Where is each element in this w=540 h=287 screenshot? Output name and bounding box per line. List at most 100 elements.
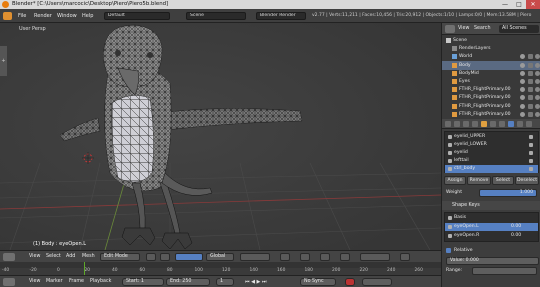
weight-field[interactable]: 1.000	[479, 189, 537, 197]
menu-help[interactable]: Help	[82, 9, 93, 23]
shape-key-value[interactable]: 0.00	[511, 232, 521, 240]
vertex-group-item[interactable]: eyelid_UPPER	[445, 133, 538, 141]
vertex-group-item[interactable]: lefttail	[445, 157, 538, 165]
range-field[interactable]	[472, 267, 537, 275]
relative-checkbox[interactable]	[446, 248, 451, 253]
timeline-menu-view[interactable]: View	[29, 276, 40, 287]
render-camera-icon[interactable]	[535, 70, 540, 76]
record-button[interactable]	[345, 278, 355, 286]
mode-selector[interactable]: Edit Mode	[100, 253, 140, 261]
vertex-group-item[interactable]: ctrl_body	[445, 165, 538, 173]
outliner-editor-icon[interactable]	[445, 25, 455, 33]
render-camera-icon[interactable]	[535, 79, 540, 84]
render-icon[interactable]	[400, 253, 410, 261]
visibility-eye-icon[interactable]	[520, 111, 525, 117]
current-frame-marker[interactable]	[84, 262, 85, 275]
render-camera-icon[interactable]	[535, 62, 540, 68]
minimize-button[interactable]: —	[498, 0, 512, 9]
shading-icon[interactable]	[146, 253, 156, 261]
timeline-editor-icon[interactable]	[3, 278, 15, 286]
lock-icon[interactable]	[529, 151, 533, 155]
data-tab-icon[interactable]	[508, 121, 514, 127]
shape-key-item[interactable]: eyeOpen.L 0.00	[445, 223, 538, 231]
magnet-icon[interactable]	[340, 253, 350, 261]
world-tab-icon[interactable]	[472, 121, 478, 127]
vertex-group-item[interactable]: eyelid	[445, 149, 538, 157]
outliner-view-menu[interactable]: View	[458, 23, 469, 35]
constraints-tab-icon[interactable]	[490, 121, 496, 127]
value-field[interactable]: Value: 0.000	[446, 257, 539, 265]
visibility-eye-icon[interactable]	[520, 95, 525, 101]
remove-button[interactable]: Remove	[467, 176, 491, 185]
render-camera-icon[interactable]	[535, 111, 540, 117]
visibility-eye-icon[interactable]	[520, 79, 525, 84]
modifiers-tab-icon[interactable]	[499, 121, 505, 127]
selectability-arrow-icon[interactable]	[528, 54, 533, 60]
scene-tab-icon[interactable]	[463, 121, 469, 127]
editor-type-icon[interactable]	[3, 253, 15, 261]
pivot-icon[interactable]	[160, 253, 170, 261]
3d-viewport[interactable]: + User Persp (1) Body : eyeOpen.L	[0, 23, 441, 250]
render-camera-icon[interactable]	[535, 54, 540, 60]
layout-selector[interactable]: Default	[104, 12, 170, 20]
select-button[interactable]: Select	[492, 176, 514, 185]
playback-controls[interactable]: ⏮ ◀ ▶ ⏭	[245, 276, 266, 287]
render-camera-icon[interactable]	[535, 103, 540, 109]
selectability-arrow-icon[interactable]	[528, 87, 533, 93]
occlude-icon[interactable]	[280, 253, 290, 261]
vertex-group-item[interactable]: eyelid_LOWER	[445, 141, 538, 149]
object-tab-icon[interactable]	[481, 121, 487, 127]
visibility-eye-icon[interactable]	[520, 54, 525, 60]
timeline-menu-frame[interactable]: Frame	[69, 276, 84, 287]
scene-selector[interactable]: Scene	[186, 12, 246, 20]
selectability-arrow-icon[interactable]	[528, 70, 533, 76]
close-button[interactable]: ✕	[526, 0, 540, 9]
outliner-search-menu[interactable]: Search	[474, 23, 490, 35]
tool-shelf-toggle[interactable]: +	[0, 46, 7, 76]
selectability-arrow-icon[interactable]	[528, 103, 533, 109]
outliner-item[interactable]: FTHR_FlightPrimary.00	[442, 110, 540, 119]
lock-icon[interactable]	[529, 135, 533, 139]
deselect-button[interactable]: Deselect	[515, 176, 539, 185]
info-editor-icon[interactable]	[3, 12, 12, 20]
maximize-button[interactable]: □	[512, 0, 526, 9]
start-frame-field[interactable]: Start: 1	[122, 278, 164, 286]
keying-set-field[interactable]	[362, 278, 392, 286]
manipulator-icon[interactable]	[175, 253, 203, 261]
visibility-eye-icon[interactable]	[520, 103, 525, 109]
proportional-icon[interactable]	[300, 253, 310, 261]
lock-icon[interactable]	[529, 159, 533, 163]
lock-icon[interactable]	[529, 143, 533, 147]
outliner-filter-selector[interactable]: All Scenes	[499, 25, 539, 33]
menu-file[interactable]: File	[18, 9, 26, 23]
render-camera-icon[interactable]	[535, 95, 540, 101]
menu-window[interactable]: Window	[57, 9, 77, 23]
snap-icon[interactable]	[320, 253, 330, 261]
visibility-eye-icon[interactable]	[520, 87, 525, 93]
current-frame-field[interactable]: 1	[216, 278, 234, 286]
menu-render[interactable]: Render	[34, 9, 52, 23]
render-engine-selector[interactable]: Blender Render	[256, 12, 306, 20]
shape-key-item[interactable]: eyeOpen.R 0.00	[445, 232, 538, 240]
texture-tab-icon[interactable]	[526, 121, 532, 127]
selectability-arrow-icon[interactable]	[528, 62, 533, 68]
selectability-arrow-icon[interactable]	[528, 95, 533, 101]
select-mode-icons[interactable]	[240, 253, 270, 261]
shape-key-item[interactable]: Basis	[445, 214, 538, 222]
render-tab-icon[interactable]	[445, 121, 451, 127]
visibility-eye-icon[interactable]	[520, 70, 525, 76]
layers-tab-icon[interactable]	[454, 121, 460, 127]
end-frame-field[interactable]: End: 250	[166, 278, 210, 286]
timeline-area[interactable]: -40 -20 0 20 40 60 80 100 120 140 160 180 200 220 240 2…	[0, 262, 441, 275]
selectability-arrow-icon[interactable]	[528, 79, 533, 84]
render-camera-icon[interactable]	[535, 87, 540, 93]
sync-selector[interactable]: No Sync	[300, 278, 336, 286]
shape-key-value[interactable]: 0.00	[511, 223, 521, 231]
timeline-menu-playback[interactable]: Playback	[90, 276, 111, 287]
selectability-arrow-icon[interactable]	[528, 111, 533, 117]
material-tab-icon[interactable]	[517, 121, 523, 127]
orientation-selector[interactable]: Global	[206, 253, 234, 261]
shape-keys-header[interactable]: Shape Keys	[442, 201, 540, 210]
assign-button[interactable]: Assign	[444, 176, 466, 185]
timeline-menu-marker[interactable]: Marker	[46, 276, 63, 287]
